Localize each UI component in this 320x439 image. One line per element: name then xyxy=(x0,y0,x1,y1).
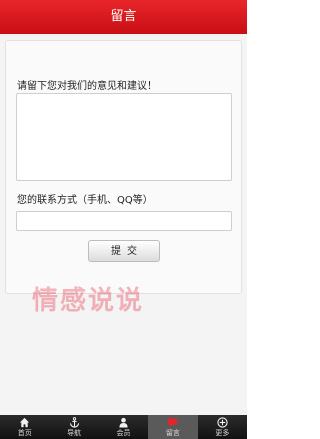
tab-member-label: 会员 xyxy=(116,429,131,437)
feedback-form: 请留下您对我们的意见和建议！ 您的联系方式（手机、QQ等） 提交 xyxy=(5,40,242,294)
message-textarea[interactable] xyxy=(16,93,232,181)
watermark-text: 情感说说 xyxy=(32,286,145,316)
page-header: 留言 xyxy=(0,0,247,34)
tab-message-label: 留言 xyxy=(165,429,180,437)
page-title: 留言 xyxy=(110,9,137,24)
bottom-tab-bar: 首页 导航 会员 留言 更多 xyxy=(0,415,247,439)
user-icon xyxy=(119,417,128,428)
tab-nav[interactable]: 导航 xyxy=(49,415,98,439)
tab-home[interactable]: 首页 xyxy=(0,415,49,439)
tab-nav-label: 导航 xyxy=(67,429,82,437)
contact-label: 您的联系方式（手机、QQ等） xyxy=(17,195,153,206)
contact-input[interactable] xyxy=(16,211,232,231)
content-area: 请留下您对我们的意见和建议！ 您的联系方式（手机、QQ等） 提交 情感说说 xyxy=(0,34,247,415)
message-label: 请留下您对我们的意见和建议！ xyxy=(17,81,157,92)
tab-more[interactable]: 更多 xyxy=(198,415,247,439)
submit-button[interactable]: 提交 xyxy=(88,240,160,262)
tab-more-label: 更多 xyxy=(215,429,230,437)
tab-message[interactable]: 留言 xyxy=(148,415,198,439)
anchor-icon xyxy=(69,417,79,428)
chat-icon xyxy=(168,418,178,428)
plus-circle-icon xyxy=(217,417,228,428)
tab-member[interactable]: 会员 xyxy=(99,415,148,439)
home-icon xyxy=(20,417,30,428)
tab-home-label: 首页 xyxy=(17,429,32,437)
